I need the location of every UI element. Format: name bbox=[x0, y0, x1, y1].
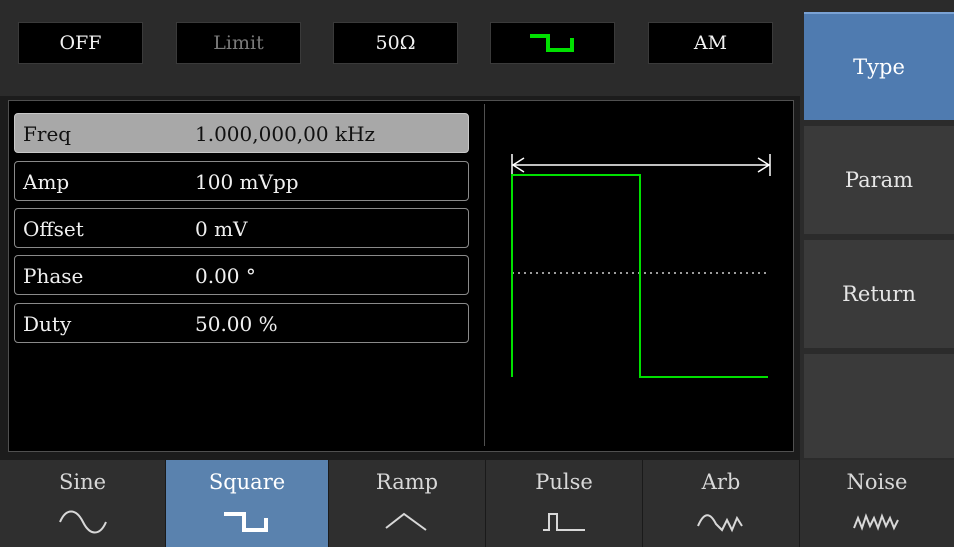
param-duty[interactable]: Duty 50.00 % bbox=[14, 303, 469, 343]
period-arrow bbox=[511, 154, 771, 176]
param-offset[interactable]: Offset 0 mV bbox=[14, 208, 469, 248]
softkey-param-label: Param bbox=[844, 168, 914, 192]
param-phase[interactable]: Phase 0.00 ° bbox=[14, 255, 469, 295]
param-offset-value: 0 mV bbox=[195, 217, 248, 241]
func-pulse-label: Pulse bbox=[535, 470, 593, 494]
square-wave-icon bbox=[224, 512, 268, 532]
impedance-status[interactable]: 50Ω bbox=[333, 22, 458, 64]
softkey-param[interactable]: Param bbox=[804, 126, 954, 234]
arb-wave-icon bbox=[697, 514, 743, 533]
func-arb-label: Arb bbox=[701, 470, 741, 494]
mode-status[interactable]: AM bbox=[648, 22, 773, 64]
param-amp[interactable]: Amp 100 mVpp bbox=[14, 161, 469, 201]
func-pulse[interactable]: Pulse bbox=[486, 460, 643, 547]
func-noise[interactable]: Noise bbox=[800, 460, 954, 547]
param-freq-name: Freq bbox=[23, 122, 72, 146]
param-freq[interactable]: Freq 1.000,000,00 kHz bbox=[14, 113, 469, 153]
softkey-return[interactable]: Return bbox=[804, 240, 954, 348]
func-square[interactable]: Square bbox=[166, 460, 329, 547]
impedance-status-label: 50Ω bbox=[375, 32, 416, 54]
param-phase-value: 0.00 ° bbox=[195, 264, 256, 288]
softkey-empty[interactable] bbox=[804, 354, 954, 458]
softkey-return-label: Return bbox=[842, 282, 916, 306]
param-amp-value: 100 mVpp bbox=[195, 170, 299, 194]
limit-status[interactable]: Limit bbox=[176, 22, 301, 64]
func-noise-label: Noise bbox=[846, 470, 908, 494]
func-square-label: Square bbox=[208, 470, 286, 494]
func-sine[interactable]: Sine bbox=[0, 460, 166, 547]
limit-status-label: Limit bbox=[213, 32, 264, 54]
pulse-wave-icon bbox=[543, 513, 585, 531]
param-phase-name: Phase bbox=[23, 264, 84, 288]
output-status[interactable]: OFF bbox=[18, 22, 143, 64]
mode-status-label: AM bbox=[693, 32, 728, 54]
param-duty-name: Duty bbox=[23, 312, 72, 336]
softkey-type[interactable]: Type bbox=[804, 12, 954, 120]
softkey-type-label: Type bbox=[853, 55, 905, 79]
sine-wave-icon bbox=[58, 510, 107, 534]
func-ramp-label: Ramp bbox=[375, 470, 439, 494]
panel-divider bbox=[484, 104, 485, 446]
waveform-status bbox=[490, 22, 615, 64]
func-sine-label: Sine bbox=[58, 470, 107, 494]
ramp-wave-icon bbox=[385, 512, 427, 531]
func-arb[interactable]: Arb bbox=[643, 460, 800, 547]
square-wave-icon bbox=[529, 34, 574, 52]
param-offset-name: Offset bbox=[23, 217, 84, 241]
func-ramp[interactable]: Ramp bbox=[329, 460, 486, 547]
param-duty-value: 50.00 % bbox=[195, 312, 278, 336]
param-freq-value: 1.000,000,00 kHz bbox=[195, 122, 376, 146]
square-trace bbox=[511, 174, 768, 378]
output-status-label: OFF bbox=[59, 32, 102, 54]
noise-wave-icon bbox=[853, 513, 899, 531]
waveform-preview bbox=[511, 154, 771, 378]
param-amp-name: Amp bbox=[23, 170, 70, 194]
